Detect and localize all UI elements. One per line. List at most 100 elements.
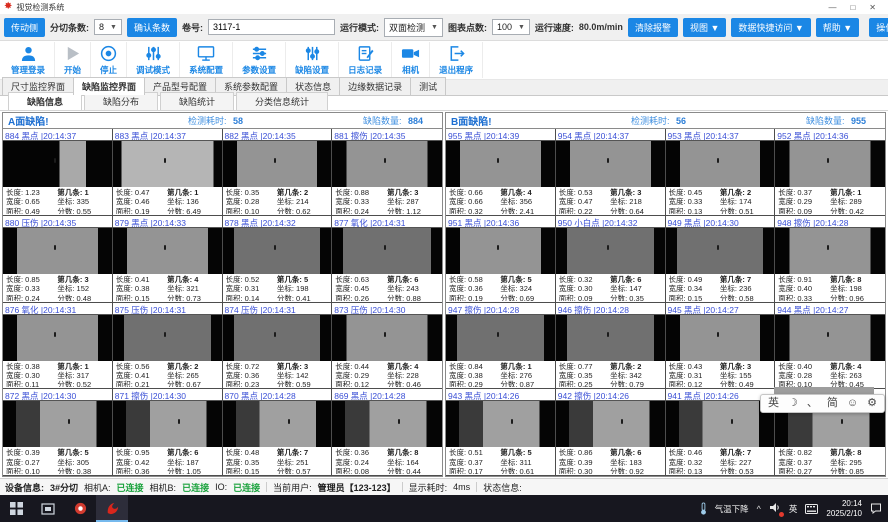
defect-cell[interactable]: 879 黑点 |20:14:33长度: 0.41宽度: 0.38面积: 0.15… [113,216,223,303]
clear-alarm-button[interactable]: 清除报警 [628,18,678,37]
defect-cell-header[interactable]: 954 黑点 |20:14:37 [556,129,665,141]
defect-cell[interactable]: 945 黑点 |20:14:27长度: 0.43宽度: 0.31面积: 0.12… [666,303,776,390]
defect-cell[interactable]: 954 黑点 |20:14:37长度: 0.53宽度: 0.47面积: 0.22… [556,129,666,216]
action-log[interactable]: 日志记录 [339,42,392,78]
defect-cell[interactable]: 948 擦伤 |20:14:28长度: 0.91宽度: 0.40面积: 0.33… [775,216,885,303]
defect-cell-header[interactable]: 942 擦伤 |20:14:26 [556,389,665,401]
window-maximize-button[interactable]: □ [850,3,855,12]
action-v-sliders[interactable]: 缺陷设置 [286,42,339,78]
defect-image[interactable] [775,228,885,274]
defect-cell-header[interactable]: 950 小白点 |20:14:32 [556,216,665,228]
defect-cell[interactable]: 946 擦伤 |20:14:28长度: 0.77宽度: 0.35面积: 0.25… [556,303,666,390]
defect-cell[interactable]: 876 氧化 |20:14:31长度: 0.38宽度: 0.30面积: 0.11… [3,303,113,390]
defect-cell[interactable]: 944 黑点 |20:14:27长度: 0.40宽度: 0.28面积: 0.10… [775,303,885,390]
defect-cell-header[interactable]: 884 黑点 |20:14:37 [3,129,112,141]
defect-cell-header[interactable]: 946 擦伤 |20:14:28 [556,303,665,315]
view-menu-button[interactable]: 视图 ▼ [683,18,726,37]
defect-image[interactable] [332,228,442,274]
defect-cell[interactable]: 871 擦伤 |20:14:30长度: 0.95宽度: 0.42面积: 0.36… [113,389,223,476]
defect-cell-header[interactable]: 869 黑点 |20:14:28 [332,389,442,401]
defect-image[interactable] [223,141,332,187]
operate-side-button[interactable]: 操作侧 [869,18,888,37]
action-exit[interactable]: 退出程序 [430,42,483,78]
ime-moon-icon[interactable]: ☽ [788,398,798,409]
defect-image[interactable] [3,141,112,187]
defect-image[interactable] [113,228,222,274]
defect-cell-header[interactable]: 949 黑点 |20:14:30 [666,216,775,228]
defect-cell[interactable]: 951 黑点 |20:14:36长度: 0.58宽度: 0.36面积: 0.19… [446,216,556,303]
ime-simplified[interactable]: 简 [827,398,838,409]
defect-image[interactable] [113,315,222,361]
action-play[interactable]: 开始 [55,42,91,78]
split-count-select[interactable]: 8▼ [94,19,122,35]
defect-image[interactable] [332,401,442,447]
defect-cell-header[interactable]: 955 黑点 |20:14:39 [446,129,555,141]
defect-cell-header[interactable]: 953 黑点 |20:14:37 [666,129,775,141]
defect-cell-header[interactable]: 873 压伤 |20:14:30 [332,303,442,315]
defect-image[interactable] [113,141,222,187]
defect-cell[interactable]: 881 擦伤 |20:14:35长度: 0.88宽度: 0.33面积: 0.24… [332,129,442,216]
defect-image[interactable] [556,141,665,187]
defect-cell[interactable]: 955 黑点 |20:14:39长度: 0.66宽度: 0.66面积: 0.32… [446,129,556,216]
defect-cell[interactable]: 952 黑点 |20:14:36长度: 0.37宽度: 0.29面积: 0.09… [775,129,885,216]
defect-image[interactable] [332,315,442,361]
defect-image[interactable] [3,315,112,361]
defect-cell-header[interactable]: 879 黑点 |20:14:33 [113,216,222,228]
defect-image[interactable] [556,401,665,447]
defect-image[interactable] [223,315,332,361]
taskbar-clock[interactable]: 20:14 2025/2/10 [826,499,862,518]
tab-6[interactable]: 边缘数据记录 [339,77,411,95]
app-red-icon[interactable] [64,495,96,522]
defect-cell-header[interactable]: 943 黑点 |20:14:26 [446,389,555,401]
subtab-4[interactable]: 分类信息统计 [236,92,328,110]
action-user[interactable]: 管理登录 [2,42,55,78]
defect-cell[interactable]: 880 压伤 |20:14:35长度: 0.85宽度: 0.33面积: 0.24… [3,216,113,303]
defect-cell[interactable]: 874 压伤 |20:14:31长度: 0.72宽度: 0.36面积: 0.23… [223,303,333,390]
defect-cell-header[interactable]: 880 压伤 |20:14:35 [3,216,112,228]
defect-cell[interactable]: 872 黑点 |20:14:30长度: 0.39宽度: 0.27面积: 0.10… [3,389,113,476]
action-h-sliders[interactable]: 参数设置 [233,42,286,78]
ime-emoji-icon[interactable]: ☺ [847,398,858,409]
defect-cell[interactable]: 870 黑点 |20:14:28长度: 0.48宽度: 0.35面积: 0.15… [223,389,333,476]
run-mode-select[interactable]: 双面检测▼ [384,18,443,37]
subtab-3[interactable]: 缺陷统计 [160,92,234,110]
defect-cell-header[interactable]: 951 黑点 |20:14:36 [446,216,555,228]
ime-settings-icon[interactable]: ⚙ [867,398,877,409]
defect-image[interactable] [556,315,665,361]
defect-cell-header[interactable]: 883 黑点 |20:14:37 [113,129,222,141]
defect-cell[interactable]: 943 黑点 |20:14:26长度: 0.51宽度: 0.37面积: 0.17… [446,389,556,476]
defect-cell[interactable]: 947 擦伤 |20:14:28长度: 0.84宽度: 0.38面积: 0.29… [446,303,556,390]
ime-toolbar[interactable]: 英☽、简☺⚙ [760,394,885,413]
defect-cell-header[interactable]: 944 黑点 |20:14:27 [775,303,885,315]
tab-2[interactable]: 缺陷监控界面 [73,77,145,95]
defect-cell[interactable]: 950 小白点 |20:14:32长度: 0.32宽度: 0.30面积: 0.0… [556,216,666,303]
action-camera[interactable]: 相机 [392,42,430,78]
data-quick-access-button[interactable]: 数据快捷访问 ▼ [731,18,810,37]
defect-image[interactable] [3,401,112,447]
defect-image[interactable] [556,228,665,274]
defect-image[interactable] [3,228,112,274]
defect-image[interactable] [775,141,885,187]
defect-image[interactable] [332,141,442,187]
defect-image[interactable] [666,228,775,274]
defect-cell-header[interactable]: 941 黑点 |20:14:26 [666,389,775,401]
defect-cell-header[interactable]: 871 擦伤 |20:14:30 [113,389,222,401]
ime-language-badge[interactable]: 英 [789,503,798,515]
defect-image[interactable] [775,315,885,361]
weather-tray-text[interactable]: 气温下降 [715,503,749,515]
defect-cell-header[interactable]: 878 黑点 |20:14:32 [223,216,332,228]
defect-image[interactable] [446,228,555,274]
window-minimize-button[interactable]: — [828,3,836,12]
action-debug-sliders[interactable]: 调试模式 [127,42,180,78]
window-close-button[interactable]: ✕ [869,3,876,12]
chart-points-select[interactable]: 100▼ [492,19,530,35]
defect-image[interactable] [666,401,775,447]
task-view-button[interactable] [32,495,64,522]
defect-cell-header[interactable]: 875 压伤 |20:14:31 [113,303,222,315]
defect-image[interactable] [223,401,332,447]
defect-cell[interactable]: 877 氧化 |20:14:31长度: 0.63宽度: 0.45面积: 0.26… [332,216,442,303]
inspection-app-icon[interactable] [96,495,128,522]
ime-english-mode[interactable]: 英 [768,398,779,409]
defect-image[interactable] [446,141,555,187]
defect-cell-header[interactable]: 947 擦伤 |20:14:28 [446,303,555,315]
